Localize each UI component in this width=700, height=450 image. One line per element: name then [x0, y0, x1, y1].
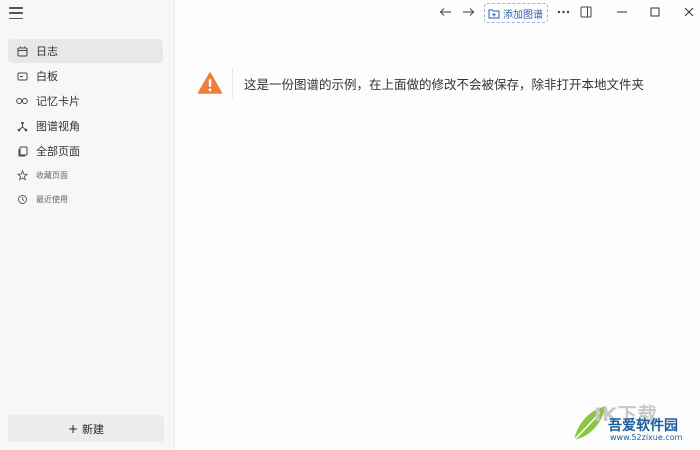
sidebar-item-label: 全部页面: [36, 145, 80, 158]
sidebar-item-label: 最近使用: [36, 195, 68, 204]
minimize-icon[interactable]: [615, 5, 629, 19]
add-graph-button[interactable]: 添加图谱: [484, 3, 548, 23]
sidebar-item-label: 图谱视角: [36, 120, 80, 133]
sidebar-nav: 日志 白板 记忆卡片 图谱视角 全部页面 收藏页面 最近使用: [8, 39, 163, 212]
pages-icon: [16, 145, 28, 157]
sidebar-item-favorites[interactable]: 收藏页面: [8, 164, 163, 187]
star-icon: [16, 170, 28, 182]
watermark-line3: www.52zixue.com: [610, 433, 683, 442]
notice-message: 这是一份图谱的示例，在上面做的修改不会被保存，除非打开本地文件夹: [244, 76, 645, 92]
left-sidebar: 日志 白板 记忆卡片 图谱视角 全部页面 收藏页面 最近使用 + 新建: [0, 0, 175, 450]
infinity-icon: [16, 95, 28, 107]
sidebar-toggle-icon[interactable]: [579, 5, 593, 19]
graph-icon: [16, 120, 28, 132]
sidebar-item-whiteboard[interactable]: 白板: [8, 64, 163, 88]
watermark-logo: IK下载 吾爱软件园 www.52zixue.com: [570, 398, 695, 448]
add-graph-label: 添加图谱: [503, 9, 543, 21]
whiteboard-icon: [16, 70, 28, 82]
sidebar-item-all-pages[interactable]: 全部页面: [8, 139, 163, 163]
plus-icon: +: [67, 421, 79, 436]
sidebar-item-flashcards[interactable]: 记忆卡片: [8, 89, 163, 113]
sidebar-item-label: 白板: [36, 70, 58, 83]
sidebar-item-label: 收藏页面: [36, 171, 68, 180]
sidebar-item-graph-view[interactable]: 图谱视角: [8, 114, 163, 138]
sidebar-item-label: 日志: [36, 45, 58, 58]
demo-graph-notice: 这是一份图谱的示例，在上面做的修改不会被保存，除非打开本地文件夹: [197, 68, 680, 98]
watermark-line2: 吾爱软件园: [608, 418, 678, 434]
new-button-label: 新建: [82, 422, 105, 436]
notice-divider: [232, 68, 233, 98]
top-toolbar: 添加图谱: [175, 0, 700, 26]
folder-plus-icon: [488, 9, 500, 18]
back-arrow-icon[interactable]: [438, 5, 452, 19]
menu-icon[interactable]: [9, 7, 23, 19]
history-icon: [16, 194, 28, 206]
calendar-icon: [16, 45, 28, 57]
close-icon[interactable]: [682, 5, 696, 19]
sidebar-item-label: 记忆卡片: [36, 95, 80, 108]
sidebar-item-journal[interactable]: 日志: [8, 39, 163, 63]
more-icon[interactable]: [556, 5, 570, 19]
warning-icon: [197, 72, 223, 94]
new-button[interactable]: + 新建: [8, 415, 164, 442]
maximize-icon[interactable]: [648, 5, 662, 19]
sidebar-item-recent[interactable]: 最近使用: [8, 188, 163, 211]
forward-arrow-icon[interactable]: [461, 5, 475, 19]
